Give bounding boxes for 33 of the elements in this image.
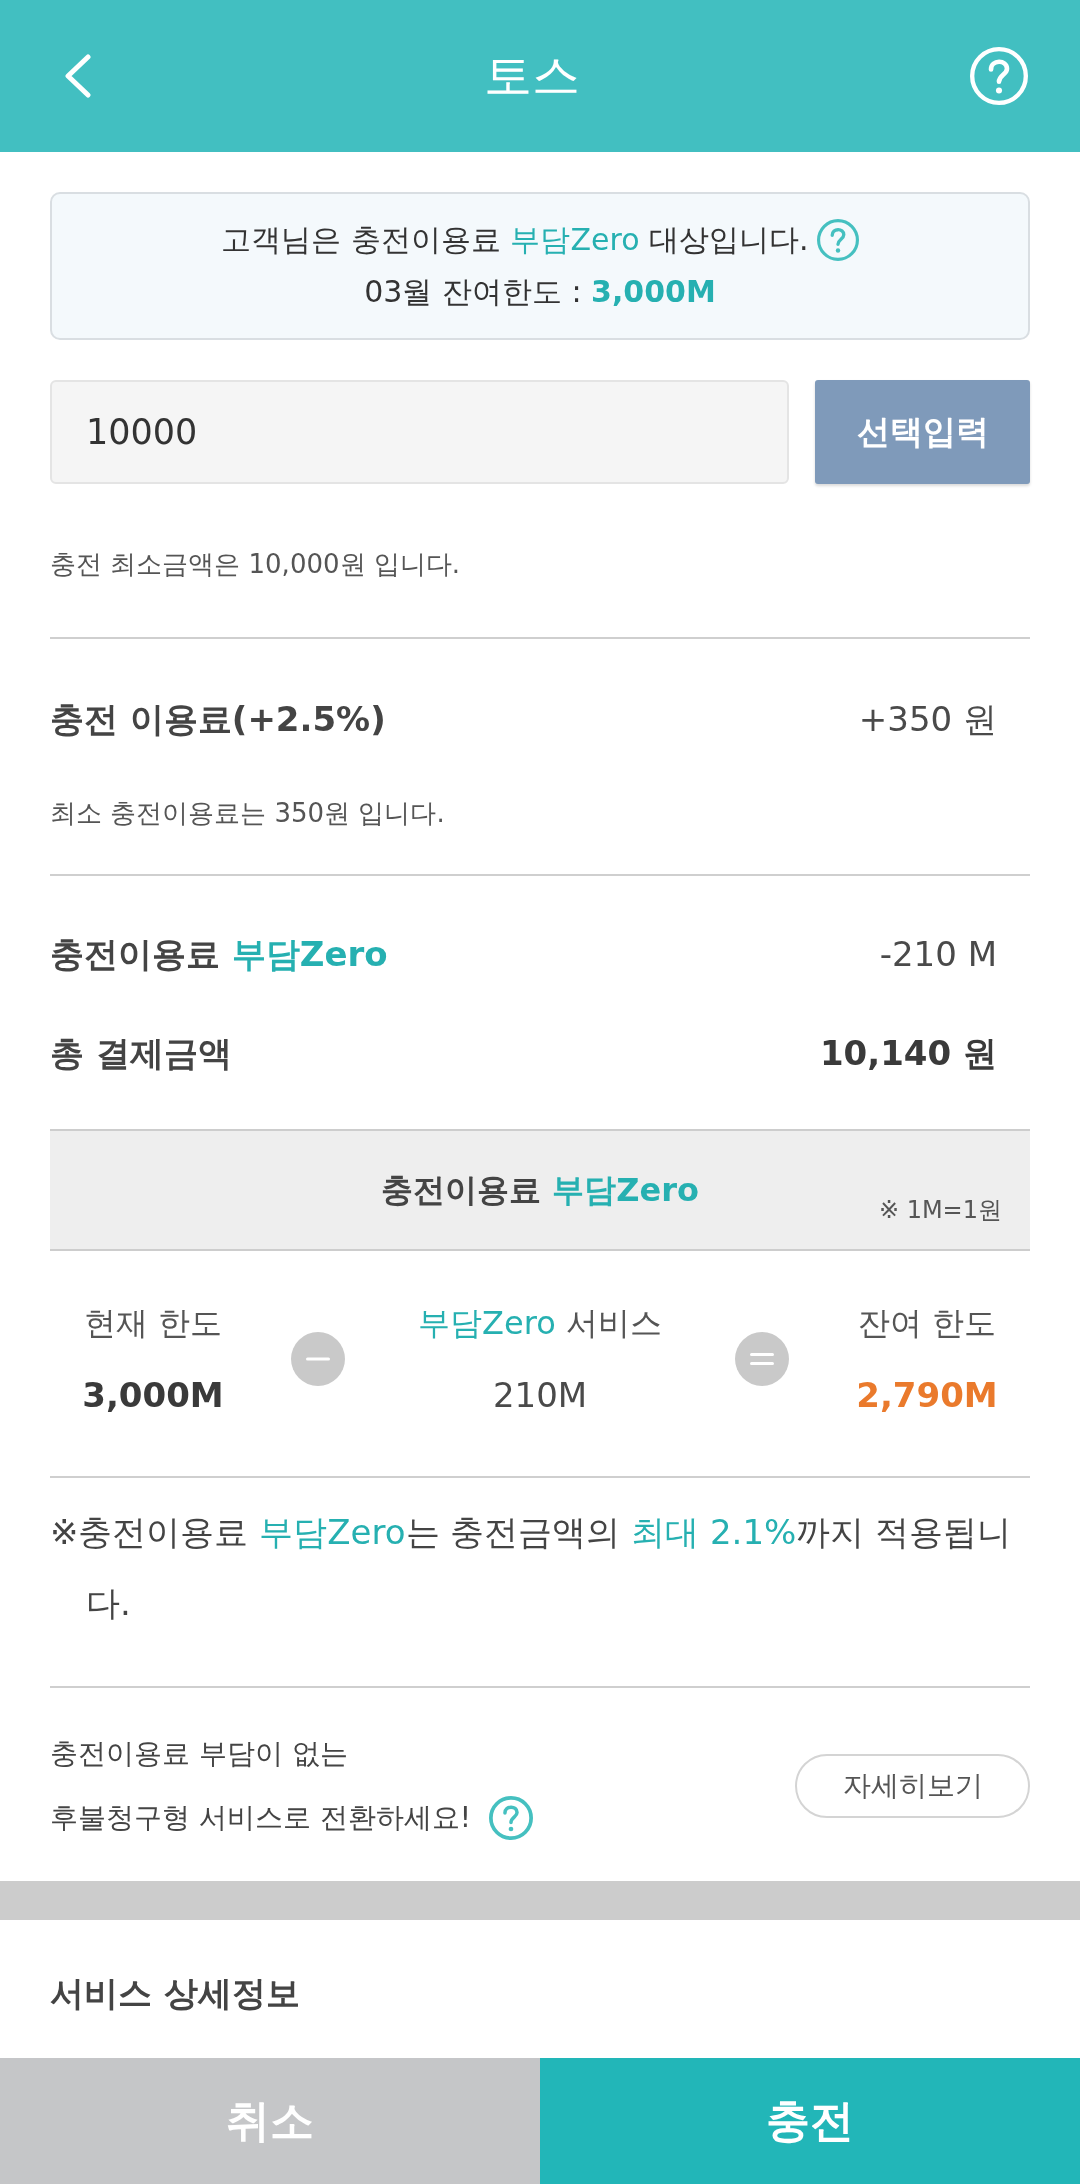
note-text: 최소 충전이용료는 350원 입니다. <box>50 797 446 830</box>
unit-note: ※ 1M=1원 <box>878 1195 1002 1225</box>
hint-text: 충전 최소금액은 10,000원 입니다. <box>50 548 462 581</box>
notice-text: 03월 잔여한도 : 3,000M <box>364 273 716 311</box>
term-value: 210M <box>492 1373 588 1417</box>
term-label: 현재 한도 <box>83 1302 223 1344</box>
notice-text: 고객님은 충전이용료 부담Zero 대상입니다. <box>221 221 809 259</box>
promo-text: 후불청구형 서비스로 전환하세요! <box>50 1800 472 1836</box>
back-icon[interactable] <box>62 54 94 98</box>
policy-note: ※충전이용료 부담Zero는 충전금액의 최대 2.1%까지 적용됩니다. <box>50 1511 1013 1625</box>
charge-button[interactable]: 충전 <box>540 2058 1080 2184</box>
promo-text: 충전이용료 부담이 없는 <box>50 1736 348 1772</box>
minus-icon <box>291 1331 345 1386</box>
cancel-button[interactable]: 취소 <box>0 2058 540 2184</box>
term-label: 부담Zero 서비스 <box>418 1302 662 1344</box>
row-value: -210 M <box>879 933 997 976</box>
row-value: 10,140 원 <box>819 1032 997 1075</box>
term-value: 3,000M <box>82 1373 224 1417</box>
amount-input[interactable]: 10000 <box>50 380 789 484</box>
term-label: 잔여 한도 <box>857 1302 997 1344</box>
equals-icon <box>735 1331 789 1386</box>
section-title: 서비스 상세정보 <box>50 1972 301 2015</box>
row-label: 충전 이용료(+2.5%) <box>50 698 386 741</box>
row-label: 총 결제금액 <box>50 1032 232 1075</box>
term-value: 2,790M <box>856 1373 998 1417</box>
help-icon[interactable] <box>816 219 859 261</box>
panel-title: 충전이용료 부담Zero <box>381 1170 699 1211</box>
details-button[interactable]: 자세히보기 <box>795 1754 1030 1818</box>
row-label: 충전이용료 부담Zero <box>50 933 388 976</box>
page-title: 토스 <box>484 47 580 105</box>
row-value: +350 원 <box>858 698 997 741</box>
help-icon[interactable] <box>489 1796 534 1840</box>
select-input-button[interactable]: 선택입력 <box>815 380 1030 484</box>
